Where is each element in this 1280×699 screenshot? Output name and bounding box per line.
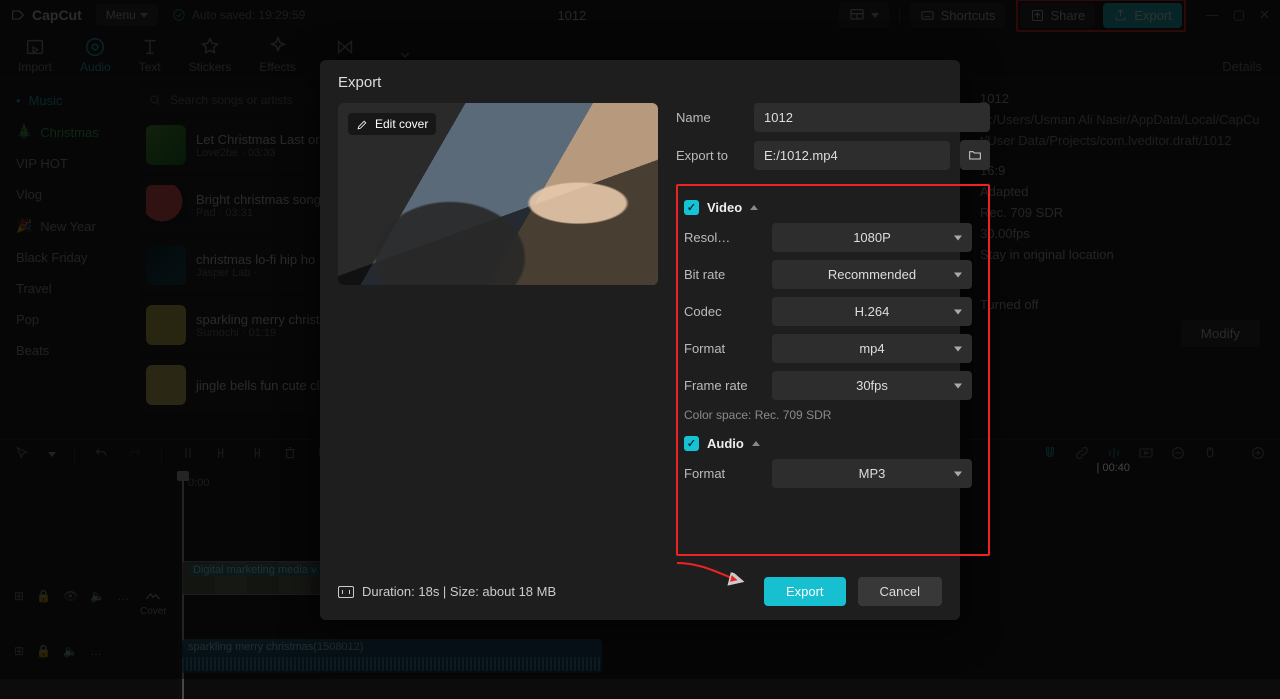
- exportto-label: Export to: [676, 148, 744, 163]
- chevron-up-icon: [752, 441, 760, 446]
- edit-cover-button[interactable]: Edit cover: [348, 113, 436, 135]
- browse-folder-button[interactable]: [960, 140, 990, 170]
- audio-format-select[interactable]: MP3: [772, 459, 972, 488]
- film-icon: [338, 586, 354, 598]
- video-section-toggle[interactable]: ✓ Video: [684, 200, 972, 215]
- colorspace-info: Color space: Rec. 709 SDR: [684, 408, 972, 422]
- name-label: Name: [676, 110, 744, 125]
- audio-section-toggle[interactable]: ✓ Audio: [684, 436, 972, 451]
- framerate-select[interactable]: 30fps: [772, 371, 972, 400]
- cancel-button[interactable]: Cancel: [858, 577, 942, 606]
- chevron-up-icon: [750, 205, 758, 210]
- resolution-select[interactable]: 1080P: [772, 223, 972, 252]
- export-path-input[interactable]: [754, 141, 950, 170]
- codec-select[interactable]: H.264: [772, 297, 972, 326]
- export-duration-info: Duration: 18s | Size: about 18 MB: [338, 584, 556, 599]
- export-name-input[interactable]: [754, 103, 990, 132]
- export-cover-preview: Edit cover: [338, 103, 658, 285]
- checkbox-checked-icon: ✓: [684, 200, 699, 215]
- export-dialog: Export Edit cover Name Export to ✓: [320, 60, 960, 620]
- bitrate-select[interactable]: Recommended: [772, 260, 972, 289]
- video-format-select[interactable]: mp4: [772, 334, 972, 363]
- checkbox-checked-icon: ✓: [684, 436, 699, 451]
- export-dialog-title: Export: [338, 74, 942, 91]
- export-confirm-button[interactable]: Export: [764, 577, 846, 606]
